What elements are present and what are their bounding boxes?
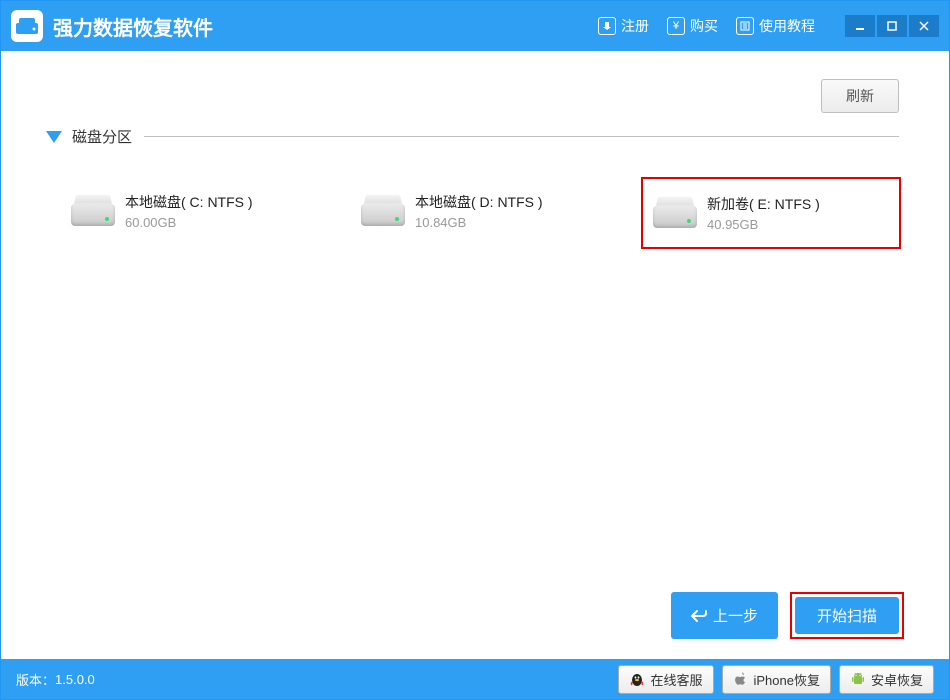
qq-icon (629, 671, 645, 687)
section-header: 磁盘分区 (46, 126, 909, 147)
version-label: 版本： (16, 670, 55, 689)
version-value: 1.5.0.0 (55, 672, 95, 687)
android-recover-button[interactable]: 安卓恢复 (839, 665, 934, 694)
register-label: 注册 (621, 16, 649, 36)
android-recover-label: 安卓恢复 (871, 670, 923, 689)
title-bar: 强力数据恢复软件 注册 ¥ 购买 使用教程 (1, 1, 949, 51)
online-service-label: 在线客服 (650, 670, 702, 689)
register-icon (598, 17, 616, 35)
app-title: 强力数据恢复软件 (53, 12, 213, 41)
disk-info: 本地磁盘( D: NTFS ) 10.84GB (415, 192, 543, 230)
disk-item[interactable]: 本地磁盘( D: NTFS ) 10.84GB (351, 177, 611, 249)
footer-actions: 上一步 开始扫描 (671, 592, 904, 639)
android-icon (850, 671, 866, 687)
disk-name: 本地磁盘( D: NTFS ) (415, 192, 543, 212)
disk-size: 40.95GB (707, 217, 820, 232)
window-controls (843, 15, 939, 37)
start-scan-button[interactable]: 开始扫描 (795, 597, 899, 634)
scan-highlight: 开始扫描 (790, 592, 904, 639)
close-button[interactable] (909, 15, 939, 37)
hard-drive-icon (653, 196, 697, 228)
divider (144, 136, 899, 137)
buy-label: 购买 (690, 16, 718, 36)
previous-button[interactable]: 上一步 (671, 592, 778, 639)
tutorial-label: 使用教程 (759, 16, 815, 36)
disk-name: 新加卷( E: NTFS ) (707, 194, 820, 214)
buy-icon: ¥ (667, 17, 685, 35)
apple-icon (733, 671, 749, 687)
iphone-recover-label: iPhone恢复 (754, 670, 820, 689)
main-content: 刷新 磁盘分区 本地磁盘( C: NTFS ) 60.00GB 本地磁盘( D: N… (1, 51, 949, 659)
minimize-button[interactable] (845, 15, 875, 37)
app-logo-icon (11, 10, 43, 42)
status-bar: 版本： 1.5.0.0 在线客服 iPhone恢复 安卓恢复 (1, 659, 949, 699)
online-service-button[interactable]: 在线客服 (618, 665, 713, 694)
disk-size: 10.84GB (415, 215, 543, 230)
disk-item[interactable]: 新加卷( E: NTFS ) 40.95GB (641, 177, 901, 249)
hard-drive-icon (361, 194, 405, 226)
buy-link[interactable]: ¥ 购买 (667, 16, 718, 36)
hard-drive-icon (71, 194, 115, 226)
collapse-triangle-icon[interactable] (46, 131, 62, 143)
previous-label: 上一步 (713, 605, 758, 626)
disk-grid: 本地磁盘( C: NTFS ) 60.00GB 本地磁盘( D: NTFS ) 10.… (61, 177, 909, 249)
tutorial-icon (736, 17, 754, 35)
iphone-recover-button[interactable]: iPhone恢复 (722, 665, 831, 694)
tutorial-link[interactable]: 使用教程 (736, 16, 815, 36)
back-arrow-icon (691, 609, 707, 623)
disk-info: 本地磁盘( C: NTFS ) 60.00GB (125, 192, 253, 230)
refresh-button[interactable]: 刷新 (821, 79, 899, 113)
maximize-button[interactable] (877, 15, 907, 37)
disk-info: 新加卷( E: NTFS ) 40.95GB (707, 194, 820, 232)
register-link[interactable]: 注册 (598, 16, 649, 36)
disk-size: 60.00GB (125, 215, 253, 230)
section-title: 磁盘分区 (72, 126, 132, 147)
disk-item[interactable]: 本地磁盘( C: NTFS ) 60.00GB (61, 177, 321, 249)
disk-name: 本地磁盘( C: NTFS ) (125, 192, 253, 212)
